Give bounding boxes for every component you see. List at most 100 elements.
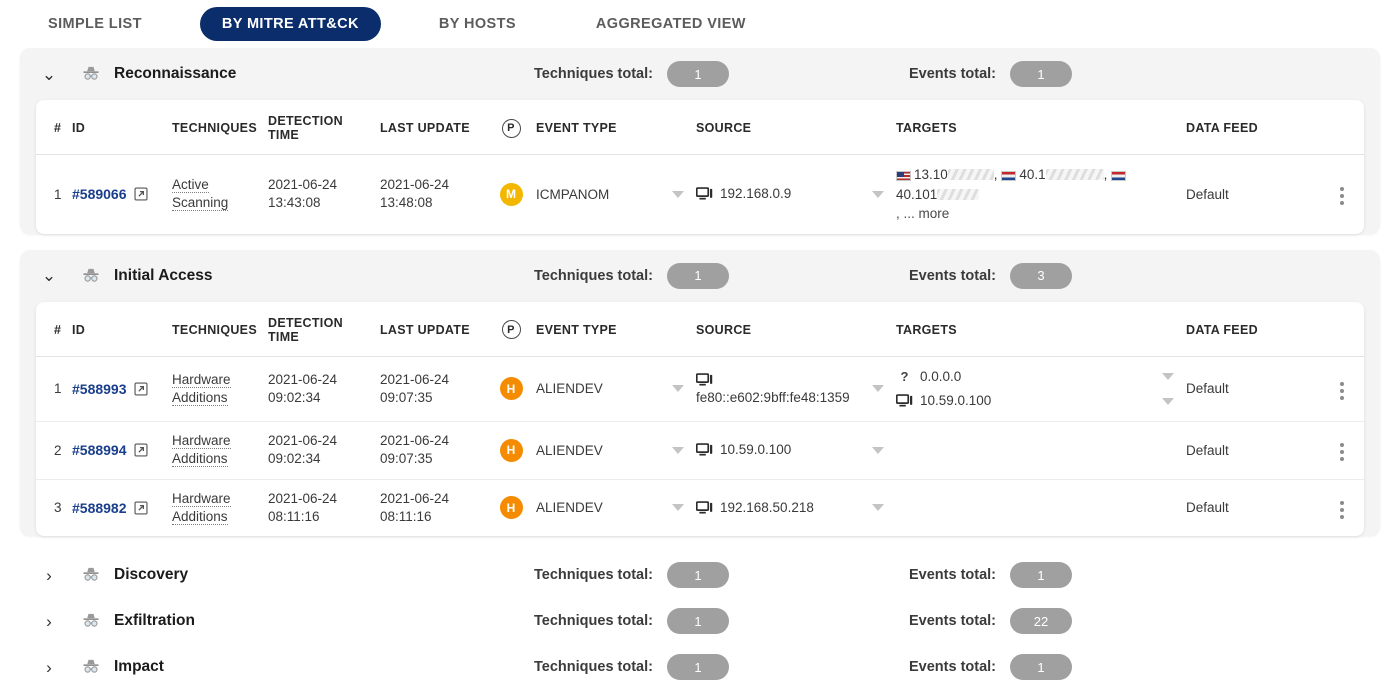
tab-simple-list[interactable]: SIMPLE LIST xyxy=(26,7,164,41)
source-dropdown-caret[interactable] xyxy=(872,191,884,198)
target-dropdown-caret[interactable] xyxy=(1162,373,1174,380)
target-ip[interactable]: 10.59.0.100 xyxy=(920,391,991,411)
targets-cell xyxy=(890,479,1180,536)
event-type-dropdown-caret[interactable] xyxy=(672,504,684,511)
priority-cell: M xyxy=(492,155,530,234)
row-number: 1 xyxy=(36,155,66,234)
collapse-chevron-down-icon[interactable]: ⌄ xyxy=(38,267,60,284)
event-type-dropdown-caret[interactable] xyxy=(672,385,684,392)
target-ip[interactable]: 13.10 xyxy=(914,167,948,182)
tactic-section-discovery: › Discovery Techniques total: 1 Events t… xyxy=(20,552,1380,598)
row-id-cell: #588993 xyxy=(66,356,166,422)
tab-by-mitre-att-ck[interactable]: BY MITRE ATT&CK xyxy=(200,7,381,41)
technique-name[interactable]: Hardware Additions xyxy=(172,433,231,467)
section-title: Initial Access xyxy=(114,267,213,285)
event-id-link[interactable]: #588982 xyxy=(72,500,127,516)
source-ip[interactable]: 10.59.0.100 xyxy=(720,440,791,460)
event-type-value[interactable]: ICMPANOM xyxy=(536,187,609,202)
event-type-dropdown-caret[interactable] xyxy=(672,447,684,454)
external-link-icon[interactable] xyxy=(134,382,148,396)
source-dropdown-caret[interactable] xyxy=(872,447,884,454)
priority-badge: M xyxy=(500,183,523,206)
expand-chevron-right-icon[interactable]: › xyxy=(38,659,60,676)
technique-name[interactable]: Hardware Additions xyxy=(172,372,231,406)
event-id-link[interactable]: #589066 xyxy=(72,186,127,202)
row-number: 1 xyxy=(36,356,66,422)
row-technique-cell: Hardware Additions xyxy=(166,422,262,479)
event-type-value[interactable]: ALIENDEV xyxy=(536,443,603,458)
flag-us-icon xyxy=(896,171,911,181)
external-link-icon[interactable] xyxy=(134,443,148,457)
row-actions-cell xyxy=(1330,356,1364,422)
external-link-icon[interactable] xyxy=(134,187,148,201)
tab-aggregated-view[interactable]: AGGREGATED VIEW xyxy=(574,7,768,41)
row-actions-menu[interactable] xyxy=(1336,497,1348,523)
section-totals: Techniques total: 1 Events total: 22 xyxy=(534,608,1364,634)
source-dropdown-caret[interactable] xyxy=(872,504,884,511)
events-total: Events total: 1 xyxy=(909,562,1072,588)
device-icon xyxy=(696,443,713,457)
targets-more-link[interactable]: , ... more xyxy=(896,206,949,221)
source-cell: fe80::e602:9bff:fe48:1359 xyxy=(690,356,890,422)
section-totals: Techniques total: 1 Events total: 3 xyxy=(534,263,1364,289)
event-type-cell: ALIENDEV xyxy=(530,479,690,536)
event-id-link[interactable]: #588993 xyxy=(72,381,127,397)
col-actions xyxy=(1330,302,1364,357)
event-type-value[interactable]: ALIENDEV xyxy=(536,381,603,396)
event-type-cell: ALIENDEV xyxy=(530,356,690,422)
events-total-label: Events total: xyxy=(909,567,996,583)
source-ip[interactable]: 192.168.0.9 xyxy=(720,184,791,204)
section-title: Reconnaissance xyxy=(114,65,236,83)
source-value-wrap: fe80::e602:9bff:fe48:1359 xyxy=(696,373,850,405)
table-row[interactable]: 1 #589066 Active Scanning 2021-06-2413:4… xyxy=(36,155,1364,234)
collapse-chevron-down-icon[interactable]: ⌄ xyxy=(38,66,60,83)
source-dropdown-caret[interactable] xyxy=(872,385,884,392)
row-technique-cell: Hardware Additions xyxy=(166,356,262,422)
detection-time: 2021-06-2413:43:08 xyxy=(262,155,374,234)
priority-cell: H xyxy=(492,356,530,422)
target-ip[interactable]: 0.0.0.0 xyxy=(920,367,961,387)
technique-name[interactable]: Active Scanning xyxy=(172,177,228,211)
expand-chevron-right-icon[interactable]: › xyxy=(38,613,60,630)
col-num: # xyxy=(36,302,66,357)
table-header-row: # ID TECHNIQUES DETECTION TIME LAST UPDA… xyxy=(36,100,1364,155)
techniques-total: Techniques total: 1 xyxy=(534,562,729,588)
target-ip[interactable]: 40.101 xyxy=(896,187,937,202)
source-ip[interactable]: 192.168.50.218 xyxy=(720,498,814,518)
techniques-total: Techniques total: 1 xyxy=(534,654,729,680)
tab-by-hosts[interactable]: BY HOSTS xyxy=(417,7,538,41)
col-actions xyxy=(1330,100,1364,155)
section-header[interactable]: › Discovery Techniques total: 1 Events t… xyxy=(20,552,1380,598)
techniques-total-badge: 1 xyxy=(667,263,729,289)
section-header[interactable]: › Impact Techniques total: 1 Events tota… xyxy=(20,644,1380,690)
event-id-link[interactable]: #588994 xyxy=(72,442,127,458)
row-actions-menu[interactable] xyxy=(1336,439,1348,465)
technique-name[interactable]: Hardware Additions xyxy=(172,491,231,525)
target-ip[interactable]: 40.1 xyxy=(1019,167,1045,182)
detection-time: 2021-06-2409:02:34 xyxy=(262,356,374,422)
table-row[interactable]: 2 #588994 Hardware Additions 2021-06-240… xyxy=(36,422,1364,479)
section-header[interactable]: › Exfiltration Techniques total: 1 Event… xyxy=(20,598,1380,644)
col-num: # xyxy=(36,100,66,155)
col-id: ID xyxy=(66,302,166,357)
tactic-section-impact: › Impact Techniques total: 1 Events tota… xyxy=(20,644,1380,690)
expand-chevron-right-icon[interactable]: › xyxy=(38,567,60,584)
flag-nl-icon xyxy=(1111,171,1126,181)
table-row[interactable]: 1 #588993 Hardware Additions 2021-06-240… xyxy=(36,356,1364,422)
question-icon: ? xyxy=(896,367,913,387)
events-table: # ID TECHNIQUES DETECTIONTIME LAST UPDAT… xyxy=(36,302,1364,536)
external-link-icon[interactable] xyxy=(134,501,148,515)
table-row[interactable]: 3 #588982 Hardware Additions 2021-06-240… xyxy=(36,479,1364,536)
row-actions-menu[interactable] xyxy=(1336,183,1348,209)
target-dropdown-caret[interactable] xyxy=(1162,398,1174,405)
col-detection-time: DETECTIONTIME xyxy=(268,316,343,344)
row-actions-menu[interactable] xyxy=(1336,378,1348,404)
last-update-time: 2021-06-2408:11:16 xyxy=(374,479,492,536)
event-type-dropdown-caret[interactable] xyxy=(672,191,684,198)
event-type-value[interactable]: ALIENDEV xyxy=(536,500,603,515)
section-header[interactable]: ⌄ Initial Access Techniques total: 1 Eve… xyxy=(20,250,1380,302)
source-ip[interactable]: fe80::e602:9bff:fe48:1359 xyxy=(696,390,850,405)
col-last-update: LAST UPDATE xyxy=(374,100,492,155)
techniques-total-badge: 1 xyxy=(667,654,729,680)
section-header[interactable]: ⌄ Reconnaissance Techniques total: 1 Eve… xyxy=(20,48,1380,100)
